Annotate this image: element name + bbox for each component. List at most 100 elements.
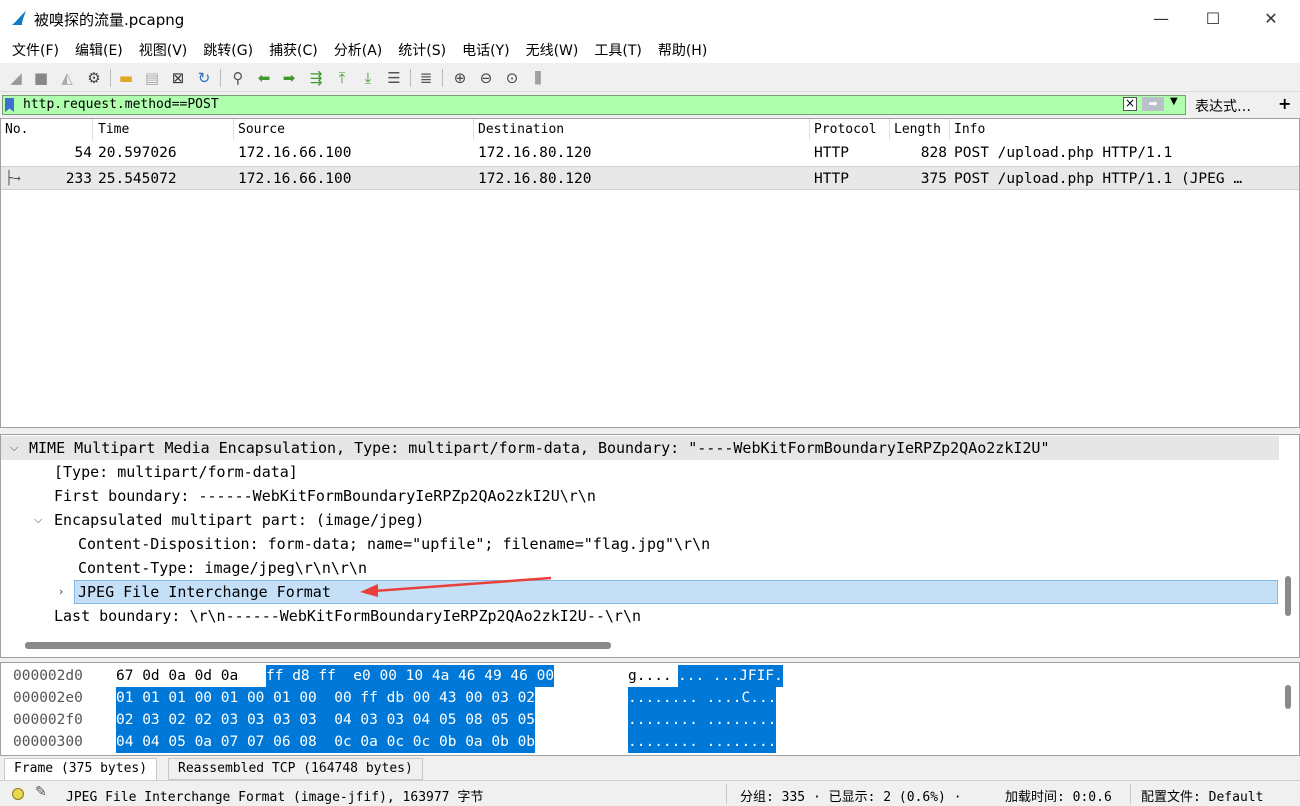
tree-node-first-boundary[interactable]: First boundary: ------WebKitFormBoundary…: [54, 484, 596, 508]
apply-filter-icon[interactable]: ➡: [1142, 97, 1164, 111]
tree-node-content-disposition[interactable]: Content-Disposition: form-data; name="up…: [78, 532, 710, 556]
packet-protocol: HTTP: [814, 145, 849, 161]
expert-info-icon[interactable]: [12, 788, 24, 800]
packet-protocol: HTTP: [814, 171, 849, 187]
tab-reassembled-tcp[interactable]: Reassembled TCP (164748 bytes): [168, 758, 423, 780]
display-filter-bar: http.request.method==POST × ➡ ▼ 表达式… +: [0, 93, 1300, 117]
status-bar: ✎ JPEG File Interchange Format (image-jf…: [0, 780, 1300, 806]
packet-source: 172.16.66.100: [238, 145, 352, 161]
edit-comment-icon[interactable]: ✎: [35, 784, 47, 800]
col-header-no[interactable]: No.: [1, 119, 93, 141]
byte-hex-selected[interactable]: 04 04 05 0a 07 07 06 08 0c 0a 0c 0c 0b 0…: [116, 731, 536, 753]
byte-offset: 000002f0: [13, 712, 83, 728]
last-packet-icon[interactable]: ⤓: [358, 68, 378, 88]
packet-length: 828: [920, 145, 947, 161]
title-bar: 被嗅探的流量.pcapng — ☐ ✕: [0, 0, 1300, 37]
menu-capture[interactable]: 捕获(C): [261, 40, 326, 60]
col-header-destination[interactable]: Destination: [474, 119, 810, 141]
selected-field-info: JPEG File Interchange Format (image-jfif…: [66, 790, 484, 805]
zoom-out-icon[interactable]: ⊖: [476, 68, 496, 88]
menu-analyze[interactable]: 分析(A): [326, 40, 391, 60]
reload-icon[interactable]: ↻: [194, 68, 214, 88]
go-back-icon[interactable]: ⬅: [254, 68, 274, 88]
byte-hex-selected[interactable]: 02 03 02 02 03 03 03 03 04 03 03 04 05 0…: [116, 709, 536, 731]
menu-go[interactable]: 跳转(G): [195, 40, 261, 60]
col-header-source[interactable]: Source: [234, 119, 474, 141]
main-toolbar: ◢ ■ ◭ ⚙ ▬ ▤ ⊠ ↻ ⚲ ⬅ ➡ ⇶ ⤒ ⤓ ☰ ≣ ⊕ ⊖ ⊙ ⫼: [0, 63, 1300, 92]
horizontal-scrollbar[interactable]: [25, 642, 611, 649]
menu-telephony[interactable]: 电话(Y): [454, 40, 517, 60]
packet-no: 233: [65, 171, 92, 187]
expression-button[interactable]: 表达式…: [1195, 96, 1251, 116]
byte-offset: 000002d0: [13, 668, 83, 684]
profile-status[interactable]: 配置文件: Default: [1141, 786, 1263, 805]
display-filter-input[interactable]: http.request.method==POST: [2, 95, 1186, 115]
annotation-arrow-icon: [360, 576, 552, 597]
maximize-button[interactable]: ☐: [1188, 0, 1238, 37]
save-file-icon[interactable]: ▤: [142, 68, 162, 88]
packet-row-selected[interactable]: ├→ 233 25.545072 172.16.66.100 172.16.80…: [1, 166, 1299, 190]
byte-hex-selected[interactable]: ff d8 ff e0 00 10 4a 46 49 46 00: [266, 665, 555, 687]
col-header-length[interactable]: Length: [890, 119, 950, 141]
minimize-button[interactable]: —: [1136, 0, 1186, 37]
menu-edit[interactable]: 编辑(E): [67, 40, 131, 60]
autoscroll-icon[interactable]: ☰: [384, 68, 404, 88]
col-header-info[interactable]: Info: [950, 119, 1299, 141]
tree-node-jpeg-jfif[interactable]: JPEG File Interchange Format: [78, 580, 331, 604]
vertical-scrollbar[interactable]: [1285, 685, 1291, 709]
close-button[interactable]: ✕: [1246, 0, 1296, 37]
expand-chevron-icon[interactable]: ›: [59, 580, 63, 604]
byte-ascii-selected[interactable]: ... ...JFIF.: [678, 665, 783, 687]
tree-node-type[interactable]: [Type: multipart/form-data]: [54, 460, 298, 484]
packet-row[interactable]: 54 20.597026 172.16.66.100 172.16.80.120…: [1, 141, 1299, 165]
menu-file[interactable]: 文件(F): [4, 40, 67, 60]
find-packet-icon[interactable]: ⚲: [228, 68, 248, 88]
byte-ascii-selected[interactable]: ........ ........: [628, 709, 777, 731]
start-capture-icon[interactable]: ◢: [6, 68, 26, 88]
menu-help[interactable]: 帮助(H): [650, 40, 715, 60]
filter-history-dropdown-icon[interactable]: ▼: [1170, 96, 1178, 107]
packet-destination: 172.16.80.120: [478, 145, 592, 161]
menu-tools[interactable]: 工具(T): [586, 40, 649, 60]
open-file-icon[interactable]: ▬: [116, 68, 136, 88]
go-to-packet-icon[interactable]: ⇶: [306, 68, 326, 88]
wireshark-fin-icon: [12, 11, 26, 25]
add-filter-button[interactable]: +: [1278, 94, 1291, 113]
packet-info: POST /upload.php HTTP/1.1: [954, 145, 1173, 161]
byte-view-tabs: Frame (375 bytes) Reassembled TCP (16474…: [0, 756, 1300, 780]
close-file-icon[interactable]: ⊠: [168, 68, 188, 88]
zoom-in-icon[interactable]: ⊕: [450, 68, 470, 88]
resize-columns-icon[interactable]: ⫼: [528, 68, 548, 88]
menu-bar: 文件(F) 编辑(E) 视图(V) 跳转(G) 捕获(C) 分析(A) 统计(S…: [0, 37, 1300, 63]
clear-filter-icon[interactable]: ×: [1123, 97, 1137, 111]
tree-node-mime[interactable]: MIME Multipart Media Encapsulation, Type…: [29, 436, 1049, 460]
tree-node-encapsulated-part[interactable]: Encapsulated multipart part: (image/jpeg…: [54, 508, 424, 532]
byte-ascii-selected[interactable]: ........ ........: [628, 731, 777, 753]
menu-statistics[interactable]: 统计(S): [390, 40, 454, 60]
byte-offset: 00000300: [13, 734, 83, 750]
byte-ascii[interactable]: g....: [628, 665, 672, 687]
menu-wireless[interactable]: 无线(W): [518, 40, 587, 60]
capture-options-icon[interactable]: ⚙: [84, 68, 104, 88]
byte-ascii-selected[interactable]: ........ ....C...: [628, 687, 777, 709]
colorize-icon[interactable]: ≣: [416, 68, 436, 88]
packet-bytes-pane: 000002d0 67 0d 0a 0d 0a ff d8 ff e0 00 1…: [0, 662, 1300, 756]
col-header-protocol[interactable]: Protocol: [810, 119, 890, 141]
byte-hex-selected[interactable]: 01 01 01 00 01 00 01 00 00 ff db 00 43 0…: [116, 687, 536, 709]
zoom-reset-icon[interactable]: ⊙: [502, 68, 522, 88]
byte-hex[interactable]: 67 0d 0a 0d 0a: [116, 665, 238, 687]
go-forward-icon[interactable]: ➡: [279, 68, 299, 88]
restart-capture-icon[interactable]: ◭: [57, 68, 77, 88]
menu-view[interactable]: 视图(V): [131, 40, 196, 60]
collapse-chevron-icon[interactable]: ⌵: [10, 436, 18, 460]
first-packet-icon[interactable]: ⤒: [332, 68, 352, 88]
tree-node-last-boundary[interactable]: Last boundary: \r\n------WebKitFormBound…: [54, 604, 641, 628]
packet-time: 20.597026: [98, 145, 177, 161]
col-header-time[interactable]: Time: [94, 119, 234, 141]
vertical-scrollbar[interactable]: [1285, 576, 1291, 616]
tree-node-content-type[interactable]: Content-Type: image/jpeg\r\n\r\n: [78, 556, 367, 580]
tab-frame-bytes[interactable]: Frame (375 bytes): [4, 758, 158, 780]
load-time-status: 加载时间: 0:0.6: [1005, 790, 1112, 805]
stop-capture-icon[interactable]: ■: [31, 68, 51, 88]
collapse-chevron-icon[interactable]: ⌵: [34, 508, 42, 532]
